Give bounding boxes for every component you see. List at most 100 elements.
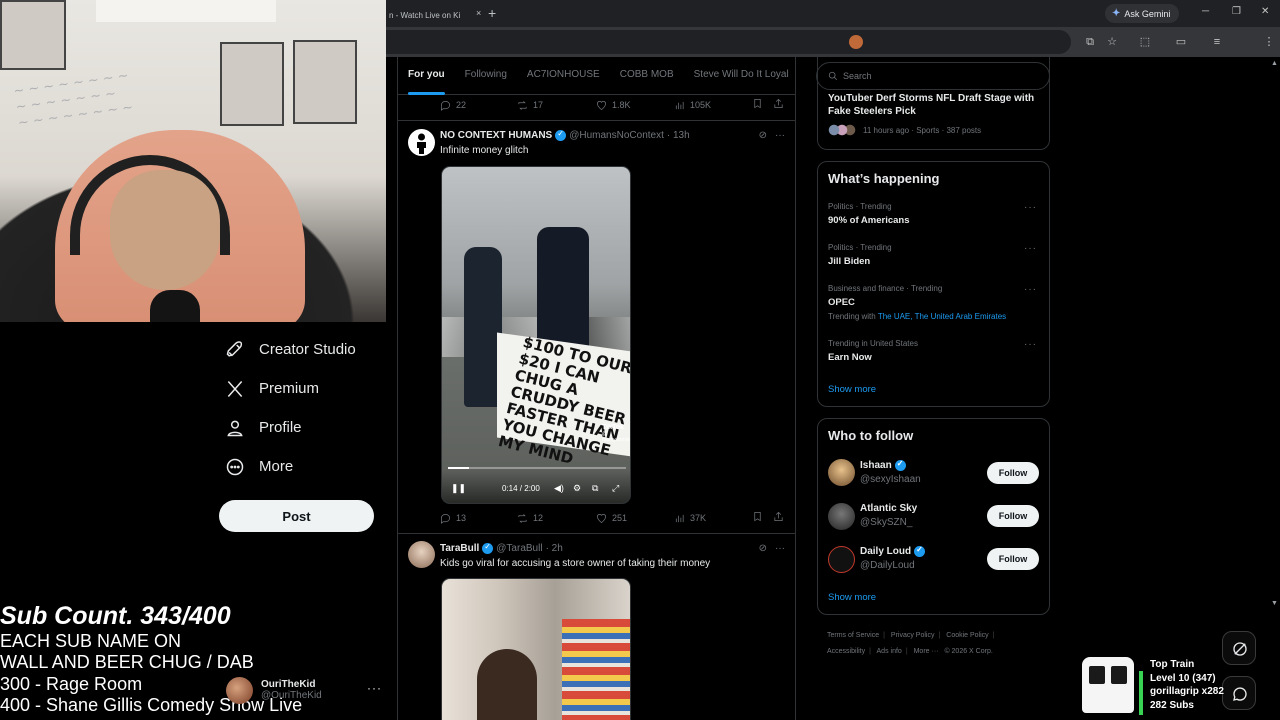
pip-icon[interactable]: ⧉ <box>592 483 598 494</box>
repost-button[interactable]: 17 <box>517 100 596 111</box>
tweet-time[interactable]: · 2h <box>546 543 563 554</box>
bookmark-star-icon[interactable]: ☆ <box>1105 35 1119 49</box>
grok-icon[interactable]: ⊘ <box>759 130 767 141</box>
train-subs: 282 Subs <box>1150 699 1194 711</box>
scroll-down-icon[interactable]: ▼ <box>1271 600 1278 607</box>
like-count: 251 <box>612 513 628 523</box>
sidebar-item-more[interactable]: More <box>219 447 389 486</box>
trend-more-icon[interactable]: ··· <box>1024 243 1037 254</box>
more-icon[interactable]: ··· <box>775 130 785 141</box>
author-handle[interactable]: @TaraBull <box>496 543 542 554</box>
sidebar-item-label: Profile <box>259 419 302 436</box>
account-switcher[interactable]: OuriTheKid @OuriTheKid ··· <box>226 675 386 705</box>
browser-tab[interactable]: n - Watch Live on Ki <box>386 4 486 27</box>
trend-name[interactable]: Jill Biden <box>828 256 870 267</box>
tweet-time[interactable]: · 13h <box>667 130 690 141</box>
tweet-video[interactable]: $100 TO OUR $20 I CAN CHUG A CRUDDY BEER… <box>441 166 631 504</box>
author-name[interactable]: NO CONTEXT HUMANS <box>440 130 552 141</box>
avatar[interactable] <box>828 459 855 486</box>
footer-link[interactable]: More ··· <box>914 648 939 655</box>
show-more-link[interactable]: Show more <box>828 384 876 395</box>
reply-button[interactable]: 22 <box>440 100 517 111</box>
avatar[interactable] <box>828 503 855 530</box>
reply-button[interactable]: 13 <box>440 513 517 524</box>
author-handle[interactable]: @HumansNoContext <box>569 130 664 141</box>
video-person <box>477 649 537 720</box>
scrollbar[interactable] <box>1270 57 1280 720</box>
bookmark-icon[interactable] <box>752 511 763 522</box>
store-shelf <box>562 619 630 720</box>
heart-icon <box>597 100 606 110</box>
footer-link[interactable]: Accessibility <box>827 648 865 655</box>
footer-link[interactable]: Ads info <box>877 648 902 655</box>
divider <box>398 533 795 534</box>
sidebar-item-creator-studio[interactable]: Creator Studio <box>219 330 389 369</box>
news-card[interactable]: YouTuber Derf Storms NFL Draft Stage wit… <box>817 57 1050 150</box>
train-title: Top Train <box>1150 659 1195 670</box>
follow-name[interactable]: Ishaan <box>860 459 909 471</box>
follow-name[interactable]: Daily Loud <box>860 545 928 557</box>
fullscreen-icon[interactable]: ⤢ <box>612 483 619 494</box>
more-icon[interactable]: ··· <box>775 543 785 554</box>
post-button[interactable]: Post <box>219 500 374 532</box>
tab-title: n - Watch Live on Ki <box>389 11 461 20</box>
trend-name[interactable]: OPEC <box>828 297 855 308</box>
chrome-menu-icon[interactable]: ⋮ <box>1262 35 1276 49</box>
avatar[interactable] <box>828 546 855 573</box>
author-name[interactable]: TaraBull <box>440 543 479 554</box>
follow-button[interactable]: Follow <box>987 505 1039 527</box>
tab-close-icon[interactable]: × <box>476 8 481 18</box>
ask-gemini-button[interactable]: ✦ Ask Gemini <box>1105 4 1180 23</box>
side-panel-icon[interactable]: ▭ <box>1174 35 1188 49</box>
new-tab-button[interactable]: + <box>488 5 496 21</box>
close-window-icon[interactable]: ✕ <box>1261 6 1269 17</box>
tab-following[interactable]: Following <box>465 57 507 95</box>
views-button[interactable]: 37K <box>674 513 706 524</box>
sidebar-item-premium[interactable]: Premium <box>219 369 389 408</box>
follow-button[interactable]: Follow <box>987 462 1039 484</box>
trend-related-links[interactable]: The UAE, The United Arab Emirates <box>878 312 1006 321</box>
extensions-icon[interactable]: ⬚ <box>1138 35 1152 49</box>
tab-for-you[interactable]: For you <box>408 57 445 95</box>
tab-cobb-mob[interactable]: COBB MOB <box>620 57 674 95</box>
tab-steve-will-do-it[interactable]: Steve Will Do It Loyal <box>694 57 789 95</box>
address-bar[interactable] <box>386 30 1071 54</box>
sidebar-item-profile[interactable]: Profile <box>219 408 389 447</box>
minimize-icon[interactable]: ─ <box>1202 6 1209 17</box>
reading-list-icon[interactable]: ≡ <box>1210 35 1224 49</box>
footer-link[interactable]: Privacy Policy <box>891 632 935 639</box>
follow-button[interactable]: Follow <box>987 548 1039 570</box>
wall-banner <box>96 0 276 22</box>
share-icon[interactable] <box>773 98 784 109</box>
volume-icon[interactable]: ◀) <box>554 483 564 494</box>
like-button[interactable]: 1.8K <box>596 100 674 111</box>
install-app-icon[interactable]: ⧉ <box>1083 35 1097 49</box>
tab-ac7ionhouse[interactable]: AC7IONHOUSE <box>527 57 600 95</box>
avatar[interactable] <box>408 541 435 568</box>
settings-gear-icon[interactable]: ⚙ <box>573 483 581 494</box>
whats-happening-card: What’s happening Politics · Trending 90%… <box>817 161 1050 407</box>
trend-more-icon[interactable]: ··· <box>1024 202 1037 213</box>
trend-name[interactable]: 90% of Americans <box>828 215 910 226</box>
views-button[interactable]: 105K <box>674 100 711 111</box>
trend-name[interactable]: Earn Now <box>828 352 872 363</box>
footer-link[interactable]: Terms of Service <box>827 632 879 639</box>
profile-avatar[interactable] <box>849 35 863 49</box>
show-more-link[interactable]: Show more <box>828 592 876 603</box>
account-more-icon[interactable]: ··· <box>367 681 382 695</box>
repost-button[interactable]: 12 <box>517 513 596 524</box>
whats-happening-heading: What’s happening <box>828 171 940 186</box>
avatar[interactable] <box>408 129 435 156</box>
tweet-video[interactable] <box>441 578 631 720</box>
follow-name[interactable]: Atlantic Sky <box>860 503 917 514</box>
restore-icon[interactable]: ❐ <box>1232 6 1241 17</box>
bookmark-icon[interactable] <box>752 98 763 109</box>
footer-link[interactable]: Cookie Policy <box>946 632 988 639</box>
scroll-up-icon[interactable]: ▲ <box>1271 60 1278 67</box>
trend-more-icon[interactable]: ··· <box>1024 284 1037 295</box>
grok-icon[interactable]: ⊘ <box>759 543 767 554</box>
pause-icon[interactable]: ❚❚ <box>451 483 466 494</box>
trend-more-icon[interactable]: ··· <box>1024 339 1037 350</box>
share-icon[interactable] <box>773 511 784 522</box>
like-button[interactable]: 251 <box>596 513 674 524</box>
